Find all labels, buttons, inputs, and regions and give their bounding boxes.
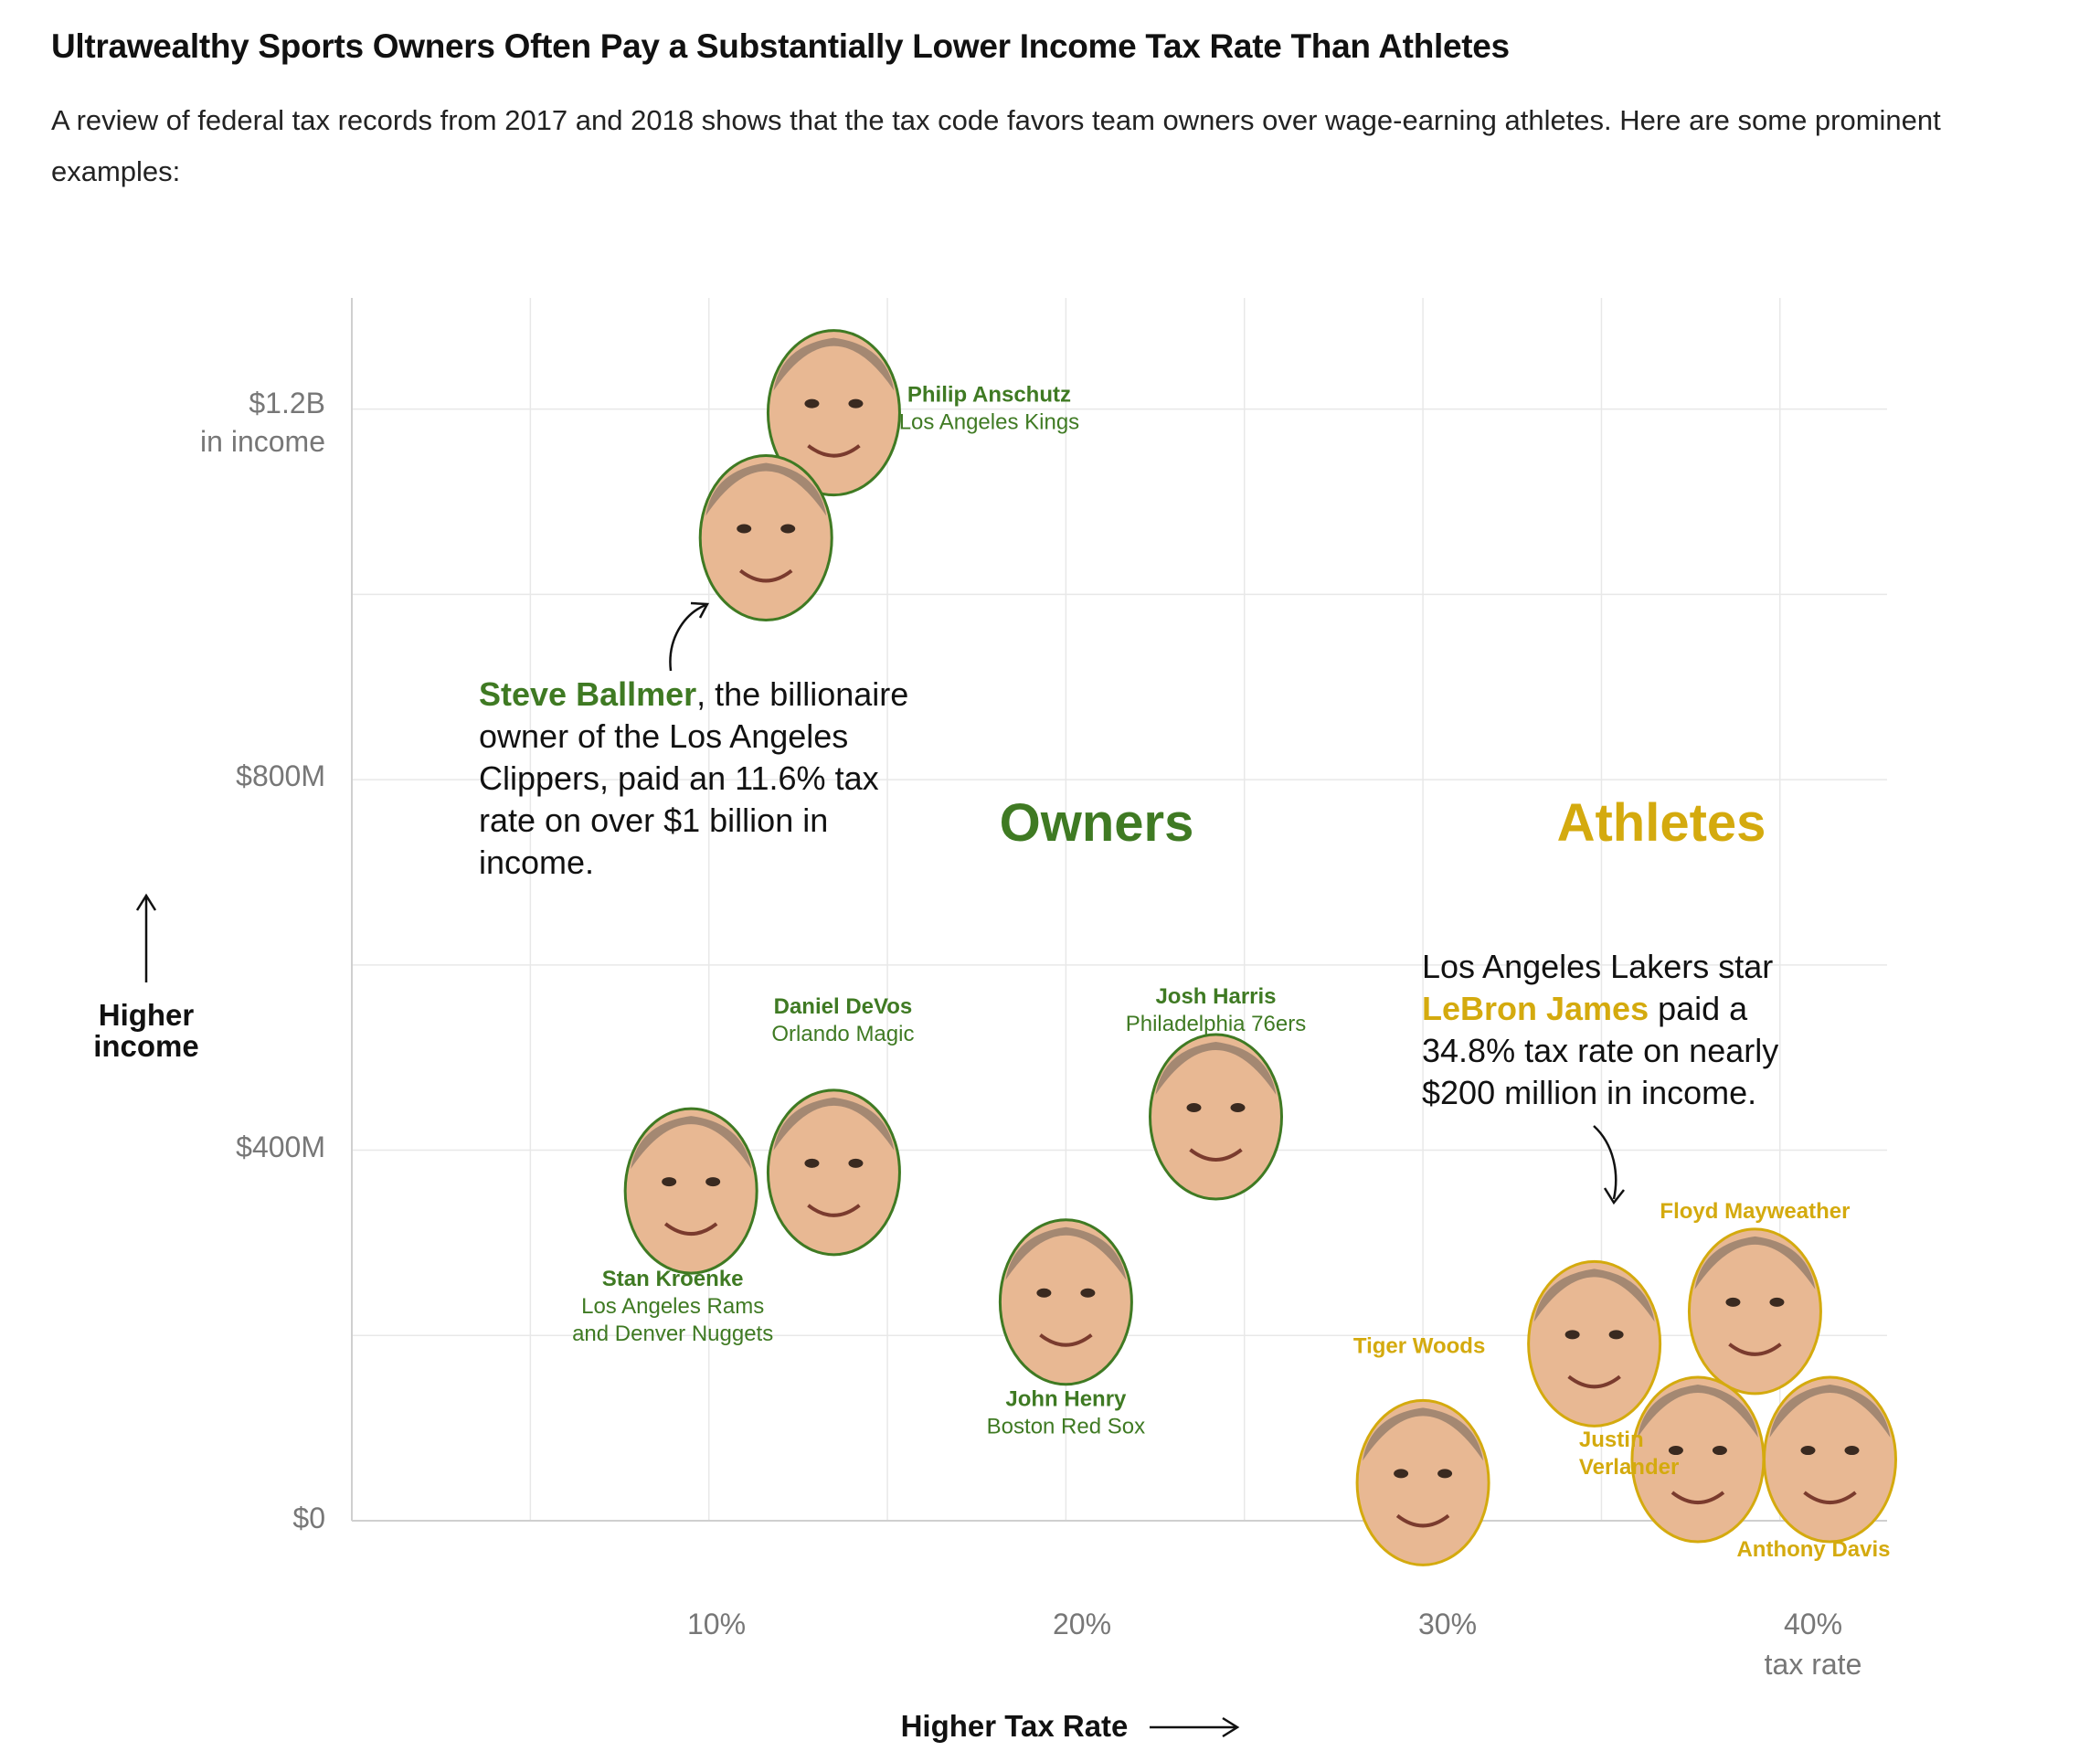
- point-name: Philip Anschutz: [907, 383, 1071, 408]
- x-tick-20: 20%: [1053, 1608, 1111, 1640]
- owners-group-label: Owners: [1000, 793, 1194, 853]
- point-name: Daniel DeVos: [774, 994, 913, 1019]
- ballmer-annotation-name: Steve Ballmer: [479, 675, 696, 713]
- point-name: Josh Harris: [1155, 984, 1276, 1009]
- face-steve-ballmer: [698, 453, 833, 621]
- y-tick-0: $0: [292, 1502, 325, 1534]
- point-name: Stan Kroenke: [602, 1267, 744, 1291]
- face-daniel-devos: [766, 1088, 901, 1257]
- face-anthony-davis: [1762, 1375, 1897, 1544]
- ballmer-annotation-line2: owner of the Los Angeles: [479, 717, 848, 755]
- label-tiger-woods: Tiger Woods: [1353, 1333, 1485, 1358]
- ballmer-annotation-line4: rate on over $1 billion in: [479, 801, 828, 839]
- face-josh-harris: [1148, 1033, 1283, 1201]
- y-axis-arrow: [135, 893, 157, 982]
- label-stan-kroenke: Stan Kroenke Los Angeles Rams and Denver N…: [572, 1267, 773, 1346]
- point-team: Philadelphia 76ers: [1126, 1012, 1306, 1036]
- point-name: Floyd Mayweather: [1660, 1199, 1850, 1224]
- y-tick-1200: $1.2B: [249, 387, 325, 419]
- face-floyd-mayweather: [1687, 1227, 1822, 1396]
- y-axis-title-line1: Higher: [99, 998, 195, 1032]
- lebron-annotation-line1: Los Angeles Lakers star: [1422, 948, 1773, 985]
- point-team: and Denver Nuggets: [572, 1322, 773, 1346]
- x-tick-40: 40%: [1784, 1608, 1842, 1640]
- y-axis-title-line2: income: [93, 1029, 199, 1063]
- face-tiger-woods: [1355, 1398, 1490, 1566]
- y-tick-800: $800M: [236, 759, 325, 792]
- lebron-annotation-line2: paid a: [1649, 990, 1748, 1027]
- x-axis-arrow: [1150, 1716, 1240, 1738]
- lebron-annotation-line4: $200 million in income.: [1422, 1074, 1756, 1111]
- scatter-chart: $1.2B in income $800M $400M $0 Higher in…: [93, 298, 1897, 1743]
- lebron-annotation-name: LeBron James: [1422, 990, 1649, 1027]
- y-tick-400: $400M: [236, 1130, 325, 1163]
- x-tick-10: 10%: [687, 1608, 746, 1640]
- point-name: Verlander: [1579, 1455, 1679, 1480]
- ballmer-annotation-line5: income.: [479, 844, 594, 881]
- x-unit-word: tax rate: [1765, 1648, 1862, 1681]
- label-anthony-davis: Anthony Davis: [1736, 1537, 1890, 1562]
- point-name: John Henry: [1005, 1387, 1127, 1412]
- lebron-annotation-arrow: [1593, 1125, 1625, 1205]
- athletes-group-label: Athletes: [1557, 793, 1766, 853]
- lebron-annotation: Los Angeles Lakers star LeBron James pai…: [1422, 948, 1787, 1111]
- label-josh-harris: Josh Harris Philadelphia 76ers: [1126, 984, 1306, 1036]
- y-unit-word: in income: [200, 425, 325, 458]
- point-team: Los Angeles Kings: [899, 410, 1079, 435]
- ballmer-annotation: Steve Ballmer, the billionaire owner of …: [479, 675, 917, 881]
- ballmer-annotation-arrow: [669, 601, 710, 672]
- point-team: Boston Red Sox: [987, 1415, 1145, 1439]
- point-name: Anthony Davis: [1736, 1537, 1890, 1562]
- ballmer-annotation-line3: Clippers, paid an 11.6% tax: [479, 759, 879, 797]
- x-axis-title: Higher Tax Rate: [901, 1709, 1129, 1743]
- face-lebron-james: [1527, 1259, 1662, 1428]
- point-team: Orlando Magic: [771, 1022, 914, 1046]
- label-floyd-mayweather: Floyd Mayweather: [1660, 1199, 1850, 1224]
- lebron-annotation-line3: 34.8% tax rate on nearly: [1422, 1032, 1778, 1069]
- point-name: Tiger Woods: [1353, 1333, 1485, 1358]
- ballmer-annotation-line1: , the billionaire: [696, 675, 908, 713]
- point-team: Los Angeles Rams: [581, 1294, 764, 1319]
- x-tick-30: 30%: [1418, 1608, 1477, 1640]
- point-name: Justin: [1579, 1428, 1644, 1452]
- label-daniel-devos: Daniel DeVos Orlando Magic: [771, 994, 914, 1046]
- face-stan-kroenke: [623, 1107, 758, 1275]
- face-john-henry: [998, 1218, 1133, 1386]
